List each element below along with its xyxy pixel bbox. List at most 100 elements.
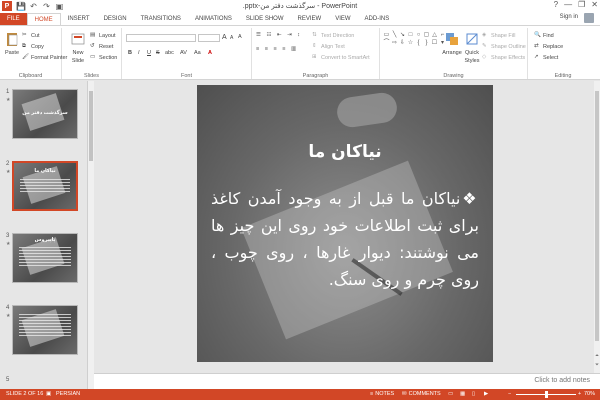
language-indicator[interactable]: PERSIAN: [56, 391, 80, 397]
previous-slide-icon[interactable]: ⏶: [594, 353, 600, 359]
tab-animations[interactable]: ANIMATIONS: [188, 13, 239, 25]
oval-shape-icon[interactable]: ○: [415, 32, 422, 39]
thumbnail-slide-3[interactable]: پاپیروس: [12, 233, 78, 283]
brace-close-shape-icon[interactable]: }: [423, 40, 430, 47]
spell-check-icon[interactable]: ▣: [46, 391, 51, 397]
tab-home[interactable]: HOME: [26, 13, 61, 25]
shape-fill-button[interactable]: ◈ Shape Fill: [482, 32, 515, 39]
font-color-button[interactable]: A: [208, 50, 212, 56]
slideshow-view-icon[interactable]: ▶: [484, 391, 488, 397]
tab-review[interactable]: REVIEW: [291, 13, 329, 25]
curve-shape-icon[interactable]: ⌒: [383, 40, 390, 47]
slide-thumbnails-pane[interactable]: 1 ★ سرگذشت دفتر من 2 ★ نیاکان ما 3 ★ پاپ…: [0, 81, 88, 389]
rounded-rect-shape-icon[interactable]: ▢: [423, 32, 430, 39]
copy-icon: ⧉: [22, 43, 26, 49]
paste-button[interactable]: Paste: [3, 31, 21, 56]
list-buttons[interactable]: ☰ ☷ ⇤ ⇥ ↕: [256, 32, 302, 38]
next-slide-icon[interactable]: ⏷: [594, 362, 600, 368]
text-direction-button[interactable]: ⇅ Text Direction: [312, 32, 354, 39]
slide-scroll-thumb[interactable]: [595, 91, 599, 341]
cut-button[interactable]: ✂ Cut: [22, 32, 40, 39]
callout-shape-icon[interactable]: ☐: [431, 40, 438, 47]
change-case-button[interactable]: Aa: [194, 50, 201, 56]
underline-button[interactable]: U: [147, 50, 151, 56]
font-name-select[interactable]: [126, 34, 196, 42]
align-text-button[interactable]: ⇕ Align Text: [312, 43, 345, 50]
zoom-level[interactable]: 70%: [584, 391, 595, 397]
close-icon[interactable]: ✕: [591, 0, 598, 9]
copy-button[interactable]: ⧉ Copy: [22, 43, 44, 50]
arrange-button[interactable]: Arrange: [442, 31, 462, 56]
reset-button[interactable]: ↺ Reset: [90, 43, 113, 50]
arrow-shape-icon[interactable]: ↘: [399, 32, 406, 39]
tab-view[interactable]: VIEW: [328, 13, 357, 25]
thumbnails-scroll-thumb[interactable]: [89, 91, 93, 161]
zoom-in-icon[interactable]: +: [578, 391, 581, 397]
notes-pane[interactable]: Click to add notes: [94, 373, 600, 389]
grow-font-button[interactable]: A: [222, 34, 227, 41]
shrink-font-button[interactable]: A: [230, 35, 233, 41]
shape-effects-button[interactable]: ◇ Shape Effects: [482, 54, 525, 61]
comments-button[interactable]: ✉ COMMENTS: [402, 391, 441, 397]
font-size-select[interactable]: [198, 34, 220, 42]
align-buttons[interactable]: ≡ ≡ ≡ ≡ ▥: [256, 46, 298, 52]
find-button[interactable]: 🔍 Find: [534, 32, 554, 39]
tab-transitions[interactable]: TRANSITIONS: [134, 13, 188, 25]
tab-slide-show[interactable]: SLIDE SHOW: [239, 13, 291, 25]
shape-outline-button[interactable]: ✎ Shape Outline: [482, 43, 526, 50]
brace-shape-icon[interactable]: {: [415, 40, 422, 47]
sign-in-link[interactable]: Sign in: [560, 14, 578, 20]
notes-placeholder: Click to add notes: [534, 377, 590, 384]
format-painter-button[interactable]: 🖌 Format Painter: [22, 54, 67, 61]
tab-design[interactable]: DESIGN: [97, 13, 134, 25]
star-shape-icon[interactable]: ☆: [407, 40, 414, 47]
thumbnail-slide-4[interactable]: [12, 305, 78, 355]
text-shadow-button[interactable]: abc: [165, 50, 174, 56]
down-arrow-shape-icon[interactable]: ⇩: [399, 40, 406, 47]
maximize-icon[interactable]: ❐: [578, 0, 585, 9]
bold-button[interactable]: B: [128, 50, 132, 56]
zoom-out-icon[interactable]: −: [508, 391, 511, 397]
tab-add-ins[interactable]: ADD-INS: [358, 13, 397, 25]
window-controls: ? — ❐ ✕: [554, 0, 598, 9]
reading-view-icon[interactable]: ▯: [472, 391, 475, 397]
tab-file[interactable]: FILE: [0, 13, 27, 25]
new-slide-label: New: [72, 50, 84, 56]
section-icon: ▭: [90, 54, 96, 60]
convert-smartart-button[interactable]: ⊞ Convert to SmartArt: [312, 54, 370, 61]
strikethrough-button[interactable]: S: [156, 50, 160, 56]
normal-view-icon[interactable]: ▭: [448, 391, 453, 397]
slide-sorter-icon[interactable]: ▦: [460, 391, 465, 397]
thumbnail-title: پاپیروس: [34, 237, 56, 243]
slide-scrollbar[interactable]: ⏶ ⏷: [594, 81, 600, 373]
slide-editing-area[interactable]: نیاکان ما ❖نیاکان ما قبل از به وجود آمدن…: [94, 81, 594, 373]
current-slide[interactable]: نیاکان ما ❖نیاکان ما قبل از به وجود آمدن…: [197, 85, 493, 362]
layout-button[interactable]: ▤ Layout: [90, 32, 116, 39]
select-button[interactable]: ➚ Select: [534, 54, 558, 61]
notes-icon: ≡: [370, 391, 374, 397]
minimize-icon[interactable]: —: [564, 0, 572, 9]
help-icon[interactable]: ?: [554, 0, 558, 9]
italic-button[interactable]: I: [138, 50, 140, 56]
notes-button[interactable]: ≡ NOTES: [370, 391, 394, 397]
right-arrow-shape-icon[interactable]: ⇨: [391, 40, 398, 47]
reset-label: Reset: [99, 43, 114, 50]
shapes-gallery[interactable]: ▭ ╲ ↘ □ ○ ▢ △ ⌐ ⌒ ⇨ ⇩ ☆{} ☐ ▾: [383, 32, 446, 47]
thumbnail-slide-1[interactable]: سرگذشت دفتر من: [12, 89, 78, 139]
clear-formatting-button[interactable]: A: [238, 34, 242, 40]
replace-button[interactable]: ⇄ Replace: [534, 43, 563, 50]
rect-shape-icon[interactable]: □: [407, 32, 414, 39]
avatar[interactable]: [584, 13, 594, 23]
textbox-shape-icon[interactable]: ▭: [383, 32, 390, 39]
triangle-shape-icon[interactable]: △: [431, 32, 438, 39]
tab-insert[interactable]: INSERT: [61, 13, 97, 25]
character-spacing-button[interactable]: AV: [180, 50, 187, 56]
section-button[interactable]: ▭ Section: [90, 54, 117, 61]
quick-styles-button[interactable]: Quick Styles: [462, 31, 482, 64]
slide-body-text[interactable]: ❖نیاکان ما قبل از به وجود آمدن کاغذ برای…: [211, 185, 479, 293]
line-shape-icon[interactable]: ╲: [391, 32, 398, 39]
zoom-slider-knob[interactable]: [545, 391, 548, 398]
thumbnail-slide-2[interactable]: نیاکان ما: [12, 161, 78, 211]
new-slide-button[interactable]: New Slide: [67, 31, 89, 64]
slide-title[interactable]: نیاکان ما: [197, 142, 493, 162]
